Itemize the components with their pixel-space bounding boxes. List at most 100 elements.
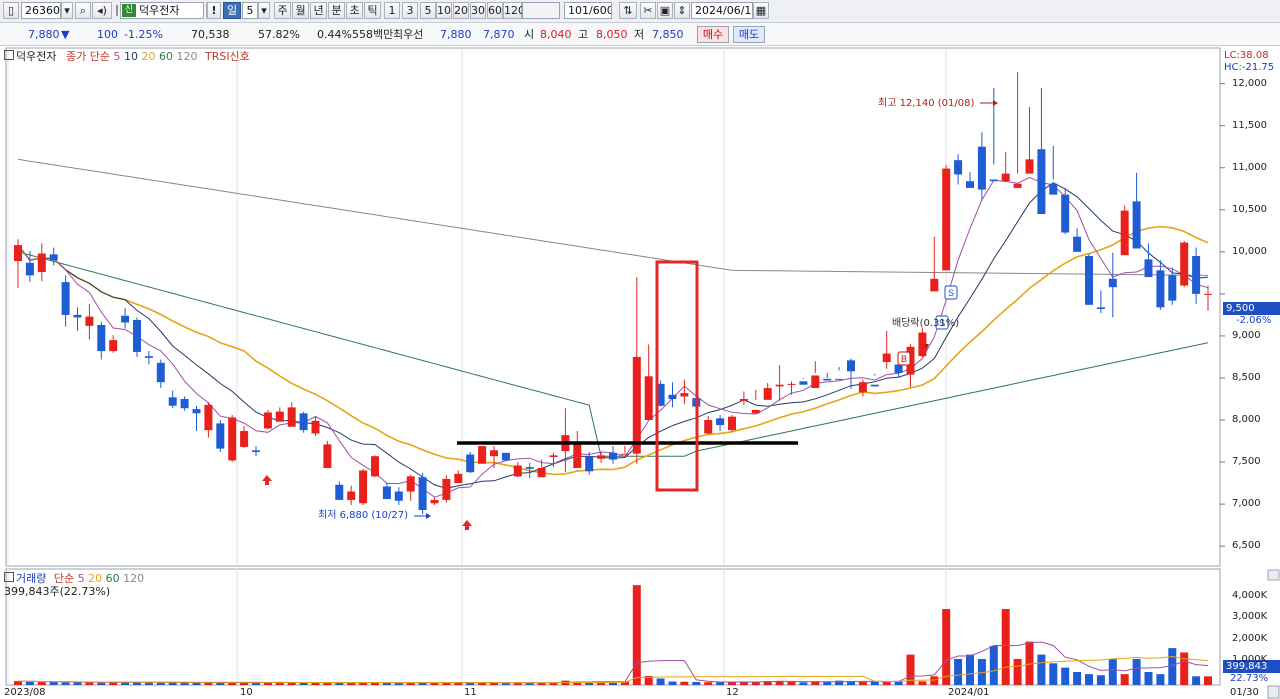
volume-bar bbox=[1132, 658, 1141, 685]
candle-body bbox=[37, 253, 46, 273]
candle-body bbox=[252, 450, 260, 452]
candle-body bbox=[668, 394, 677, 400]
volume-bar bbox=[25, 681, 34, 685]
candle-body bbox=[228, 417, 237, 461]
dividend-annotation: 배당락(0.31%) bbox=[892, 318, 960, 329]
volume-bar bbox=[299, 682, 308, 685]
candle-body bbox=[751, 409, 760, 414]
volume-bar bbox=[382, 682, 391, 685]
price-chart[interactable]: SSB bbox=[0, 0, 1280, 699]
candle-body bbox=[942, 168, 951, 271]
volume-bar bbox=[1061, 667, 1070, 685]
volume-bar bbox=[97, 682, 106, 685]
candle-body bbox=[823, 378, 832, 381]
candle-body bbox=[1180, 242, 1189, 286]
high-annotation: 최고 12,140 (01/08) bbox=[878, 98, 975, 109]
volume-bar bbox=[1156, 674, 1165, 685]
candle-body bbox=[811, 375, 820, 389]
candle-body bbox=[728, 416, 736, 431]
candle-body bbox=[525, 467, 534, 469]
y-tick-label: 9,000 bbox=[1232, 329, 1261, 341]
x-tick-label: 11 bbox=[464, 687, 477, 698]
candle-body bbox=[1120, 210, 1129, 256]
legend-vol-ma-label: 단순 bbox=[53, 572, 75, 585]
volume-tick-label: 1,000K bbox=[1232, 654, 1268, 665]
candle-body bbox=[954, 160, 963, 175]
volume-bar bbox=[799, 682, 808, 685]
candle-body bbox=[156, 362, 165, 383]
legend-box-icon bbox=[4, 572, 14, 582]
low-annotation: 최저 6,880 (10/27) bbox=[318, 510, 409, 521]
current-price-pct: -2.06% bbox=[1236, 315, 1272, 326]
candle-body bbox=[85, 316, 94, 326]
x-tick-label: 2024/01 bbox=[948, 687, 990, 698]
candle-body bbox=[573, 442, 582, 468]
volume-bar bbox=[1013, 658, 1022, 685]
candle-body bbox=[549, 455, 558, 458]
candle-body bbox=[620, 453, 629, 455]
candle-body bbox=[1037, 149, 1046, 214]
volume-bar bbox=[1037, 654, 1046, 685]
volume-bar bbox=[966, 654, 974, 685]
candle-body bbox=[501, 452, 510, 461]
volume-bar bbox=[632, 585, 641, 685]
volume-bar bbox=[49, 681, 58, 685]
candle-body bbox=[680, 393, 689, 397]
y-tick-label: 10,500 bbox=[1232, 203, 1267, 215]
volume-bar bbox=[1144, 671, 1153, 685]
volume-bar bbox=[942, 609, 951, 685]
volume-bar bbox=[394, 683, 403, 685]
candle-body bbox=[287, 407, 296, 427]
candle-body bbox=[894, 364, 903, 373]
candle-body bbox=[335, 484, 344, 500]
volume-bar bbox=[692, 681, 701, 685]
volume-bar bbox=[1192, 676, 1201, 685]
volume-bar bbox=[180, 682, 189, 685]
volume-tick-label: 3,000K bbox=[1232, 611, 1268, 622]
volume-bar bbox=[14, 681, 22, 685]
volume-tick-label: 4,000K bbox=[1232, 590, 1268, 601]
candle-body bbox=[97, 325, 106, 352]
candle-body bbox=[585, 456, 594, 472]
volume-bar bbox=[1168, 648, 1177, 685]
candle-body bbox=[347, 491, 356, 500]
candle-body bbox=[882, 353, 891, 363]
candle-body bbox=[930, 278, 939, 292]
candle-body bbox=[240, 430, 249, 447]
candle-body bbox=[609, 452, 617, 460]
volume-bar bbox=[704, 682, 713, 685]
candle-body bbox=[1049, 183, 1058, 195]
candle-body bbox=[775, 384, 784, 387]
candle-body bbox=[382, 486, 391, 500]
x-tick-label: 01/30 bbox=[1230, 687, 1259, 698]
volume-bar bbox=[73, 682, 82, 685]
candle-body bbox=[133, 319, 141, 352]
legend-volume-label: 거래량 bbox=[16, 572, 47, 585]
candle-body bbox=[597, 455, 606, 459]
y-tick-label: 8,500 bbox=[1232, 371, 1261, 383]
candle-body bbox=[478, 446, 487, 464]
legend-vol-ma5: 5 bbox=[77, 572, 85, 585]
volume-bar bbox=[656, 678, 665, 685]
price-pane bbox=[5, 47, 1221, 567]
candle-body bbox=[1156, 270, 1165, 308]
volume-bar bbox=[216, 682, 225, 685]
volume-bar bbox=[954, 658, 963, 685]
y-tick-label: 7,500 bbox=[1232, 456, 1261, 468]
candle-body bbox=[466, 454, 475, 473]
legend-ma60: 60 bbox=[158, 50, 173, 63]
candle-body bbox=[73, 314, 82, 318]
legend-ma20: 20 bbox=[141, 50, 156, 63]
volume-bar bbox=[156, 682, 165, 685]
volume-bar bbox=[716, 682, 725, 685]
legend-stock-name: 덕우전자 bbox=[16, 50, 57, 63]
candle-body bbox=[192, 409, 201, 414]
candle-body bbox=[121, 315, 130, 323]
buy-arrow-stem bbox=[465, 525, 469, 530]
legend-signal: TRSI신호 bbox=[204, 50, 250, 63]
legend-vol-ma20: 20 bbox=[88, 572, 103, 585]
candle-body bbox=[49, 254, 58, 261]
candle-body bbox=[216, 423, 225, 449]
volume-bar bbox=[989, 645, 998, 685]
x-tick-label: 12 bbox=[726, 687, 739, 698]
